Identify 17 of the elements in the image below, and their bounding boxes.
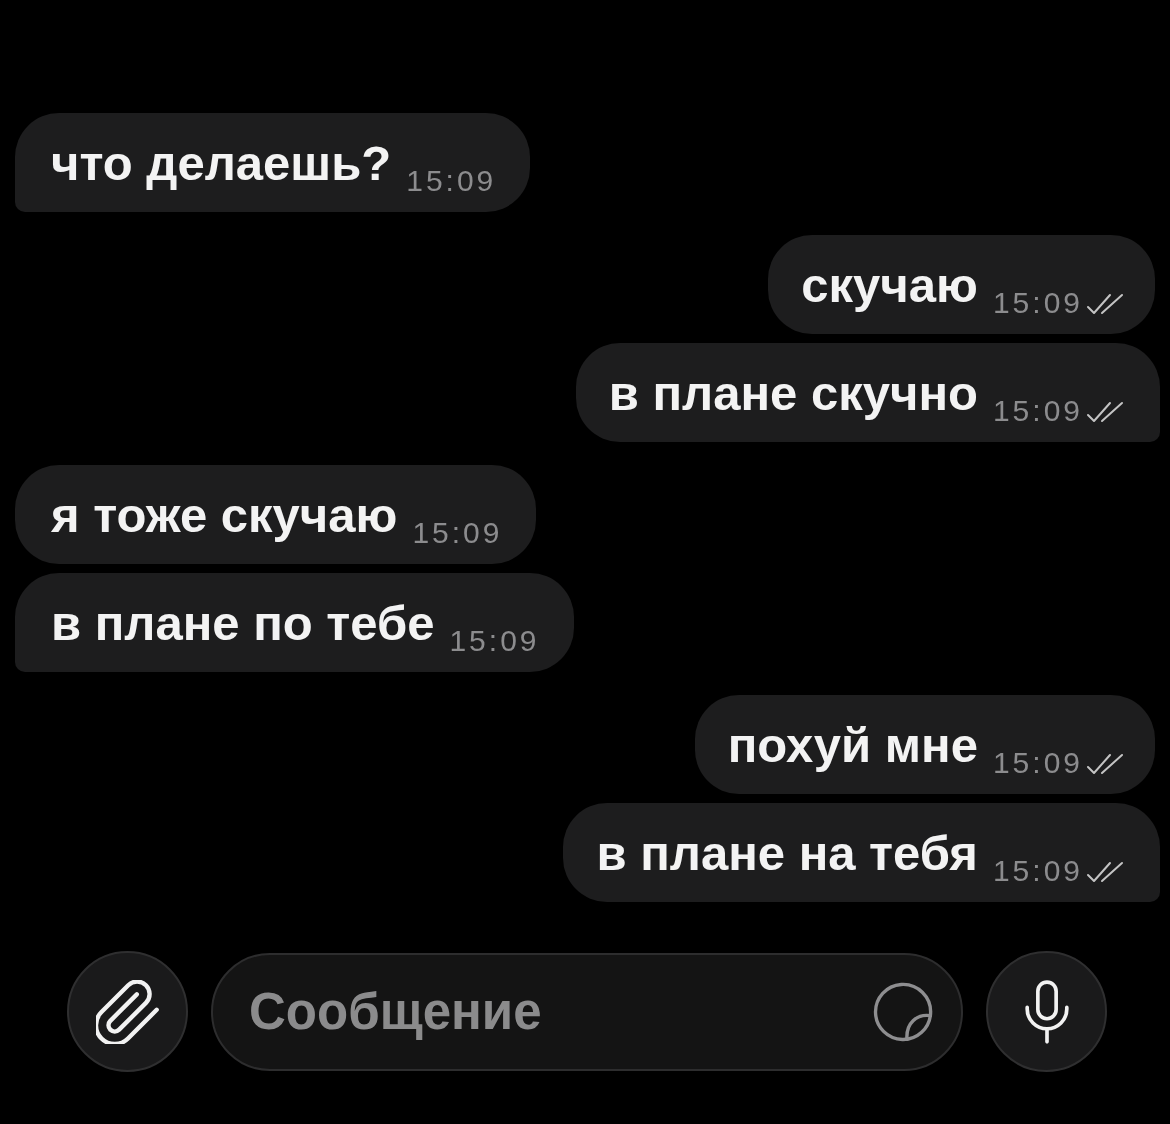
message-time: 15:09: [992, 396, 1083, 426]
message-text: в плане на тебя: [596, 827, 978, 879]
message-text: в плане скучно: [608, 367, 978, 419]
message-time: 15:09: [992, 856, 1083, 886]
message-time: 15:09: [449, 626, 540, 656]
message-text: в плане по тебе: [51, 597, 435, 649]
message-time: 15:09: [992, 288, 1083, 318]
message-time: 15:09: [406, 166, 497, 196]
message-text: я тоже скучаю: [51, 489, 398, 541]
message-time: 15:09: [412, 518, 503, 548]
sticker-icon[interactable]: [873, 981, 933, 1042]
message-text: что делаешь?: [51, 137, 392, 189]
message-text: скучаю: [801, 259, 978, 311]
message-time: 15:09: [992, 748, 1083, 778]
message-input-field[interactable]: Сообщение: [211, 952, 963, 1071]
paperclip-icon: [95, 979, 160, 1044]
message-text: похуй мне: [727, 719, 978, 771]
